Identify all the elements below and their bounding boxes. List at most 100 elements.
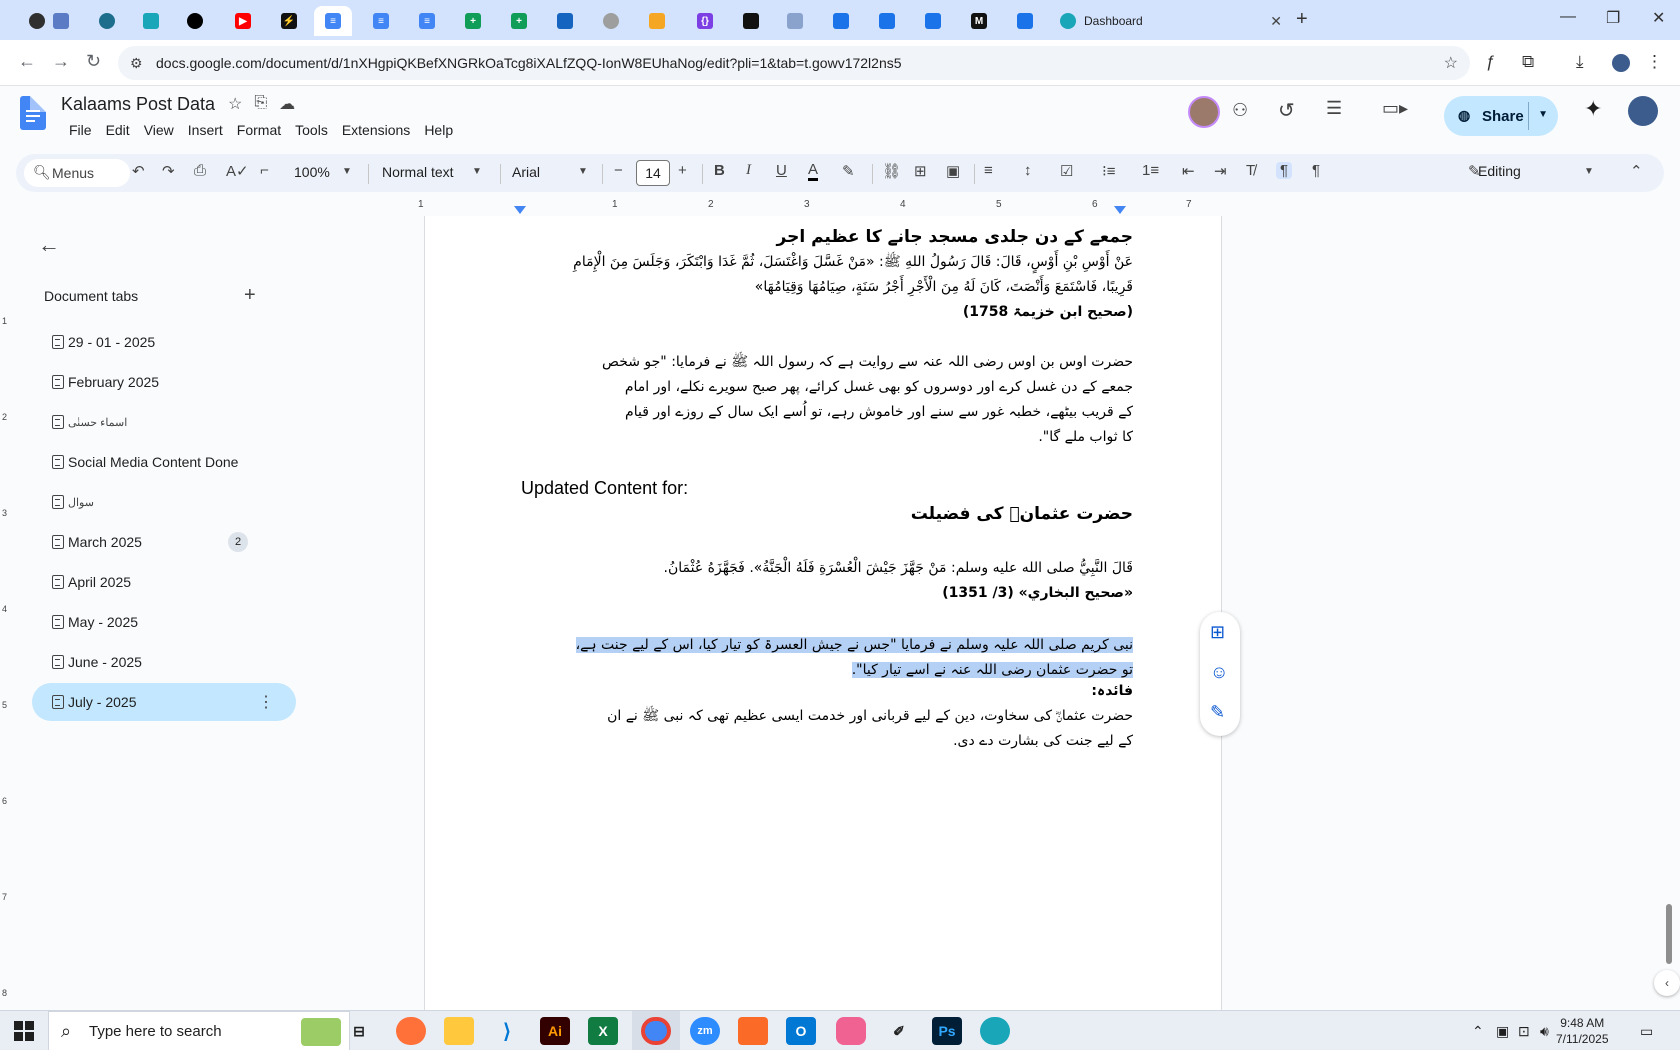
browser-tab[interactable] [868,6,906,36]
browser-tab[interactable] [42,6,80,36]
collapse-toolbar-icon[interactable]: ⌃ [1630,162,1643,180]
chevron-down-icon[interactable]: ▼ [472,166,482,177]
meet-camera-icon[interactable]: ▭▸ [1382,98,1408,119]
right-to-left-icon[interactable]: ¶ [1312,162,1320,179]
browser-tab[interactable] [592,6,630,36]
google-docs-logo-icon[interactable] [20,96,46,130]
chrome-menu-icon[interactable]: ⋮ [1646,52,1663,72]
sidebar-item-february-2025[interactable]: February 2025 [32,363,296,401]
new-tab-button[interactable]: + [1296,8,1308,31]
highlight-color-icon[interactable]: ✎ [842,162,855,180]
menu-tools[interactable]: Tools [288,122,335,138]
chevron-down-icon[interactable]: ▼ [578,166,588,177]
left-indent-marker[interactable] [514,206,526,214]
font-size-field[interactable]: 14 [636,160,670,186]
task-view-icon[interactable]: ⊟ [344,1017,374,1045]
browser-tab[interactable] [546,6,584,36]
app-icon[interactable] [738,1017,768,1045]
add-tab-icon[interactable]: + [244,284,256,307]
chrome-icon[interactable] [641,1017,671,1045]
browser-tab[interactable] [638,6,676,36]
selected-text[interactable]: تو حضرت عثمان رضی اللہ عنہ نے اسے تیار ک… [851,662,1133,678]
sidebar-item-29-01-2025[interactable]: 29 - 01 - 2025 [32,323,296,361]
chevron-down-icon[interactable]: ▼ [1538,109,1548,120]
left-to-right-icon[interactable]: ¶ [1276,162,1293,179]
forward-icon[interactable]: → [52,51,70,72]
taskbar-clock[interactable]: 9:48 AM 7/11/2025 [1556,1015,1609,1047]
browser-tab[interactable]: ≡ [362,6,400,36]
browser-tab[interactable] [1006,6,1044,36]
decrease-font-size-icon[interactable]: − [614,162,623,179]
italic-icon[interactable]: I [746,162,751,179]
profile-avatar[interactable] [1612,54,1630,72]
more-options-icon[interactable]: ⋮ [258,692,274,712]
meeting-icon[interactable]: ⚇ [1232,100,1248,121]
text-color-icon[interactable]: A [808,162,819,181]
tray-chevron-icon[interactable]: ⌃ [1472,1023,1484,1040]
menu-view[interactable]: View [137,122,181,138]
document-page[interactable]: جمعے کے دن جلدی مسجد جانے کا عظیم اجر عَ… [424,216,1222,1010]
sidebar-item-may-2025[interactable]: May - 2025 [32,603,296,641]
side-panel-toggle-icon[interactable]: ‹ [1654,970,1680,996]
ruler-track[interactable]: 1 1 2 3 4 5 6 7 [418,198,1220,214]
restore-window-icon[interactable]: ❐ [1606,8,1620,28]
browser-tab[interactable]: M [960,6,998,36]
menu-format[interactable]: Format [230,122,288,138]
browser-tab[interactable] [176,6,214,36]
add-comment-icon[interactable]: ⊞ [914,162,927,180]
user-avatar[interactable] [1628,96,1658,126]
tray-app-icon[interactable]: ▣ [1496,1023,1509,1040]
version-history-icon[interactable]: ↺ [1278,98,1295,123]
document-title[interactable]: Kalaams Post Data [61,94,215,115]
back-arrow-icon[interactable]: ← [38,232,60,258]
illustrator-icon[interactable]: Ai [540,1017,570,1045]
suggest-edits-icon[interactable]: ✎ [1210,702,1225,723]
numbered-list-icon[interactable]: 1≡ [1142,162,1159,179]
browser-tab[interactable] [822,6,860,36]
chevron-down-icon[interactable]: ▼ [342,166,352,177]
bookmark-star-icon[interactable]: ☆ [1444,53,1458,73]
redo-icon[interactable]: ↷ [162,162,175,180]
browser-tab[interactable] [132,6,170,36]
clear-formatting-icon[interactable]: T̸ [1246,162,1255,179]
move-icon[interactable]: ⎘ [254,94,267,114]
comments-icon[interactable]: ☰ [1326,98,1342,119]
sidebar-item-sawal[interactable]: سوال [32,483,296,521]
right-indent-marker[interactable] [1114,206,1126,214]
align-icon[interactable]: ≡ [984,162,993,179]
menu-help[interactable]: Help [417,122,460,138]
browser-tab[interactable]: ≡ [408,6,446,36]
menu-insert[interactable]: Insert [181,122,230,138]
close-tab-icon[interactable]: ✕ [1270,13,1282,30]
excel-icon[interactable]: X [588,1017,618,1045]
browser-tab-dashboard[interactable]: Dashboard ✕ [1052,6,1292,36]
browser-tab[interactable] [88,6,126,36]
browser-tab[interactable]: ⚡ [270,6,308,36]
browser-tab[interactable] [914,6,952,36]
selected-text[interactable]: نبی کریم صلی اللہ علیہ وسلم نے فرمایا "ج… [575,637,1133,653]
browser-tab[interactable] [732,6,770,36]
back-icon[interactable]: ← [18,51,36,72]
photoshop-icon[interactable]: Ps [932,1017,962,1045]
bulleted-list-icon[interactable]: ⁝≡ [1102,162,1116,180]
gemini-icon[interactable]: ✦ [1584,96,1602,122]
menu-extensions[interactable]: Extensions [335,122,417,138]
share-button[interactable]: ◍ Share ▼ [1444,96,1558,136]
extensions-puzzle-icon[interactable]: ⧉ [1522,52,1534,72]
browser-tab[interactable]: + [500,6,538,36]
menu-edit[interactable]: Edit [99,122,137,138]
underline-icon[interactable]: U [776,162,787,179]
menu-file[interactable]: File [62,122,99,138]
download-icon[interactable]: ⤓ [1576,52,1584,72]
collaborator-avatar[interactable] [1188,96,1220,128]
paragraph-style-select[interactable]: Normal text [382,164,454,180]
reload-icon[interactable]: ↻ [86,51,101,72]
notifications-icon[interactable]: ▭ [1640,1023,1653,1040]
browser-tab[interactable]: {} [686,6,724,36]
sidebar-item-june-2025[interactable]: June - 2025 [32,643,296,681]
line-spacing-icon[interactable]: ↕ [1024,162,1032,179]
menus-search[interactable]: 🔍︎ Menus [24,159,130,187]
increase-indent-icon[interactable]: ⇥ [1214,162,1227,180]
spellcheck-icon[interactable]: A✓ [226,162,249,180]
emoji-reaction-icon[interactable]: ☺ [1210,662,1228,683]
